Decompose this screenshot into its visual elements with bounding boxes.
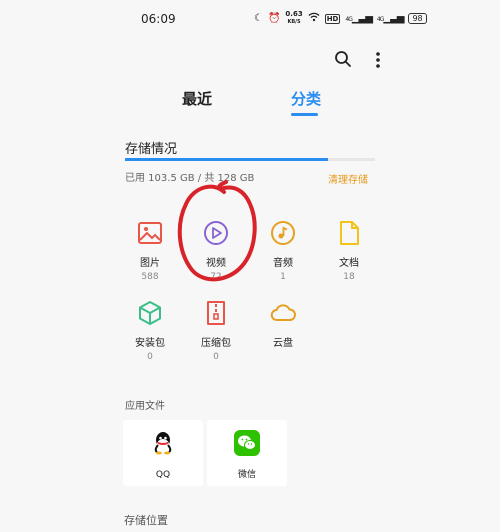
category-count: 0 [213, 352, 219, 362]
tab-indicator [291, 113, 318, 116]
tab-recent[interactable]: 最近 [182, 88, 212, 109]
app-qq[interactable]: QQ [123, 420, 203, 486]
wifi-icon [308, 12, 320, 25]
storage-progress-fill [125, 158, 328, 161]
document-icon [336, 220, 362, 246]
app-files-title: 应用文件 [125, 401, 165, 412]
moon-icon: ☾ [254, 13, 263, 24]
category-images[interactable]: 图片 588 [120, 220, 180, 282]
cloud-icon [270, 300, 296, 326]
category-count: 72 [210, 272, 222, 282]
category-count: 588 [141, 272, 159, 282]
tab-bar: 最近 分类 [0, 88, 500, 118]
status-bar: 06:09 ☾ ⏰ 0.63 KB/S HD 4G▁▃▅ 4G▁▃▅ 98 [0, 0, 500, 38]
category-audio[interactable]: 音频 1 [253, 220, 313, 282]
category-label: 安装包 [135, 338, 165, 349]
net-speed-unit: KB/S [287, 19, 301, 25]
play-icon [203, 220, 229, 246]
storage-title: 存储情况 [125, 142, 178, 157]
qq-icon [150, 430, 176, 456]
search-icon[interactable] [334, 50, 354, 70]
category-documents[interactable]: 文档 18 [319, 220, 379, 282]
archive-icon [203, 300, 229, 326]
category-label: 压缩包 [201, 338, 231, 349]
net-speed: 0.63 KB/S [285, 11, 302, 26]
category-packages[interactable]: 安装包 0 [120, 300, 180, 362]
music-icon [270, 220, 296, 246]
category-archives[interactable]: 压缩包 0 [186, 300, 246, 362]
category-label: 文档 [339, 258, 359, 269]
hd-badge: HD [324, 13, 341, 24]
status-time: 06:09 [141, 12, 176, 26]
category-label: 音频 [273, 258, 293, 269]
category-count: 1 [280, 272, 286, 282]
category-count: 0 [147, 352, 153, 362]
signal-label-2: 4G [376, 16, 385, 23]
category-videos[interactable]: 视频 72 [186, 220, 246, 282]
category-label: 视频 [206, 258, 226, 269]
battery-icon: 98 [408, 13, 427, 24]
wechat-icon [234, 430, 260, 456]
category-count: 18 [343, 272, 355, 282]
app-wechat[interactable]: 微信 [207, 420, 287, 486]
storage-location-title: 存储位置 [124, 514, 168, 527]
category-label: 图片 [140, 258, 160, 269]
category-label: 云盘 [273, 338, 293, 349]
app-label: QQ [155, 470, 171, 480]
storage-used-text: 已用 103.5 GB / 共 128 GB [125, 173, 255, 184]
category-cloud[interactable]: 云盘 [253, 300, 313, 352]
status-icons: ☾ ⏰ 0.63 KB/S HD 4G▁▃▅ 4G▁▃▅ 98 [254, 11, 427, 26]
net-speed-value: 0.63 [285, 10, 303, 18]
signal-icon-2: 4G▁▃▅ [376, 13, 405, 24]
tab-category[interactable]: 分类 [291, 88, 321, 109]
image-icon [137, 220, 163, 246]
signal-icon-1: 4G▁▃▅ [345, 13, 373, 24]
signal-label-1: 4G [345, 16, 353, 23]
app-label: 微信 [237, 470, 256, 480]
storage-progress-bar [125, 158, 375, 161]
clean-storage-button[interactable]: 清理存储 [328, 171, 368, 186]
package-icon [137, 300, 163, 326]
more-vertical-icon[interactable] [368, 50, 388, 70]
alarm-icon: ⏰ [267, 13, 281, 24]
